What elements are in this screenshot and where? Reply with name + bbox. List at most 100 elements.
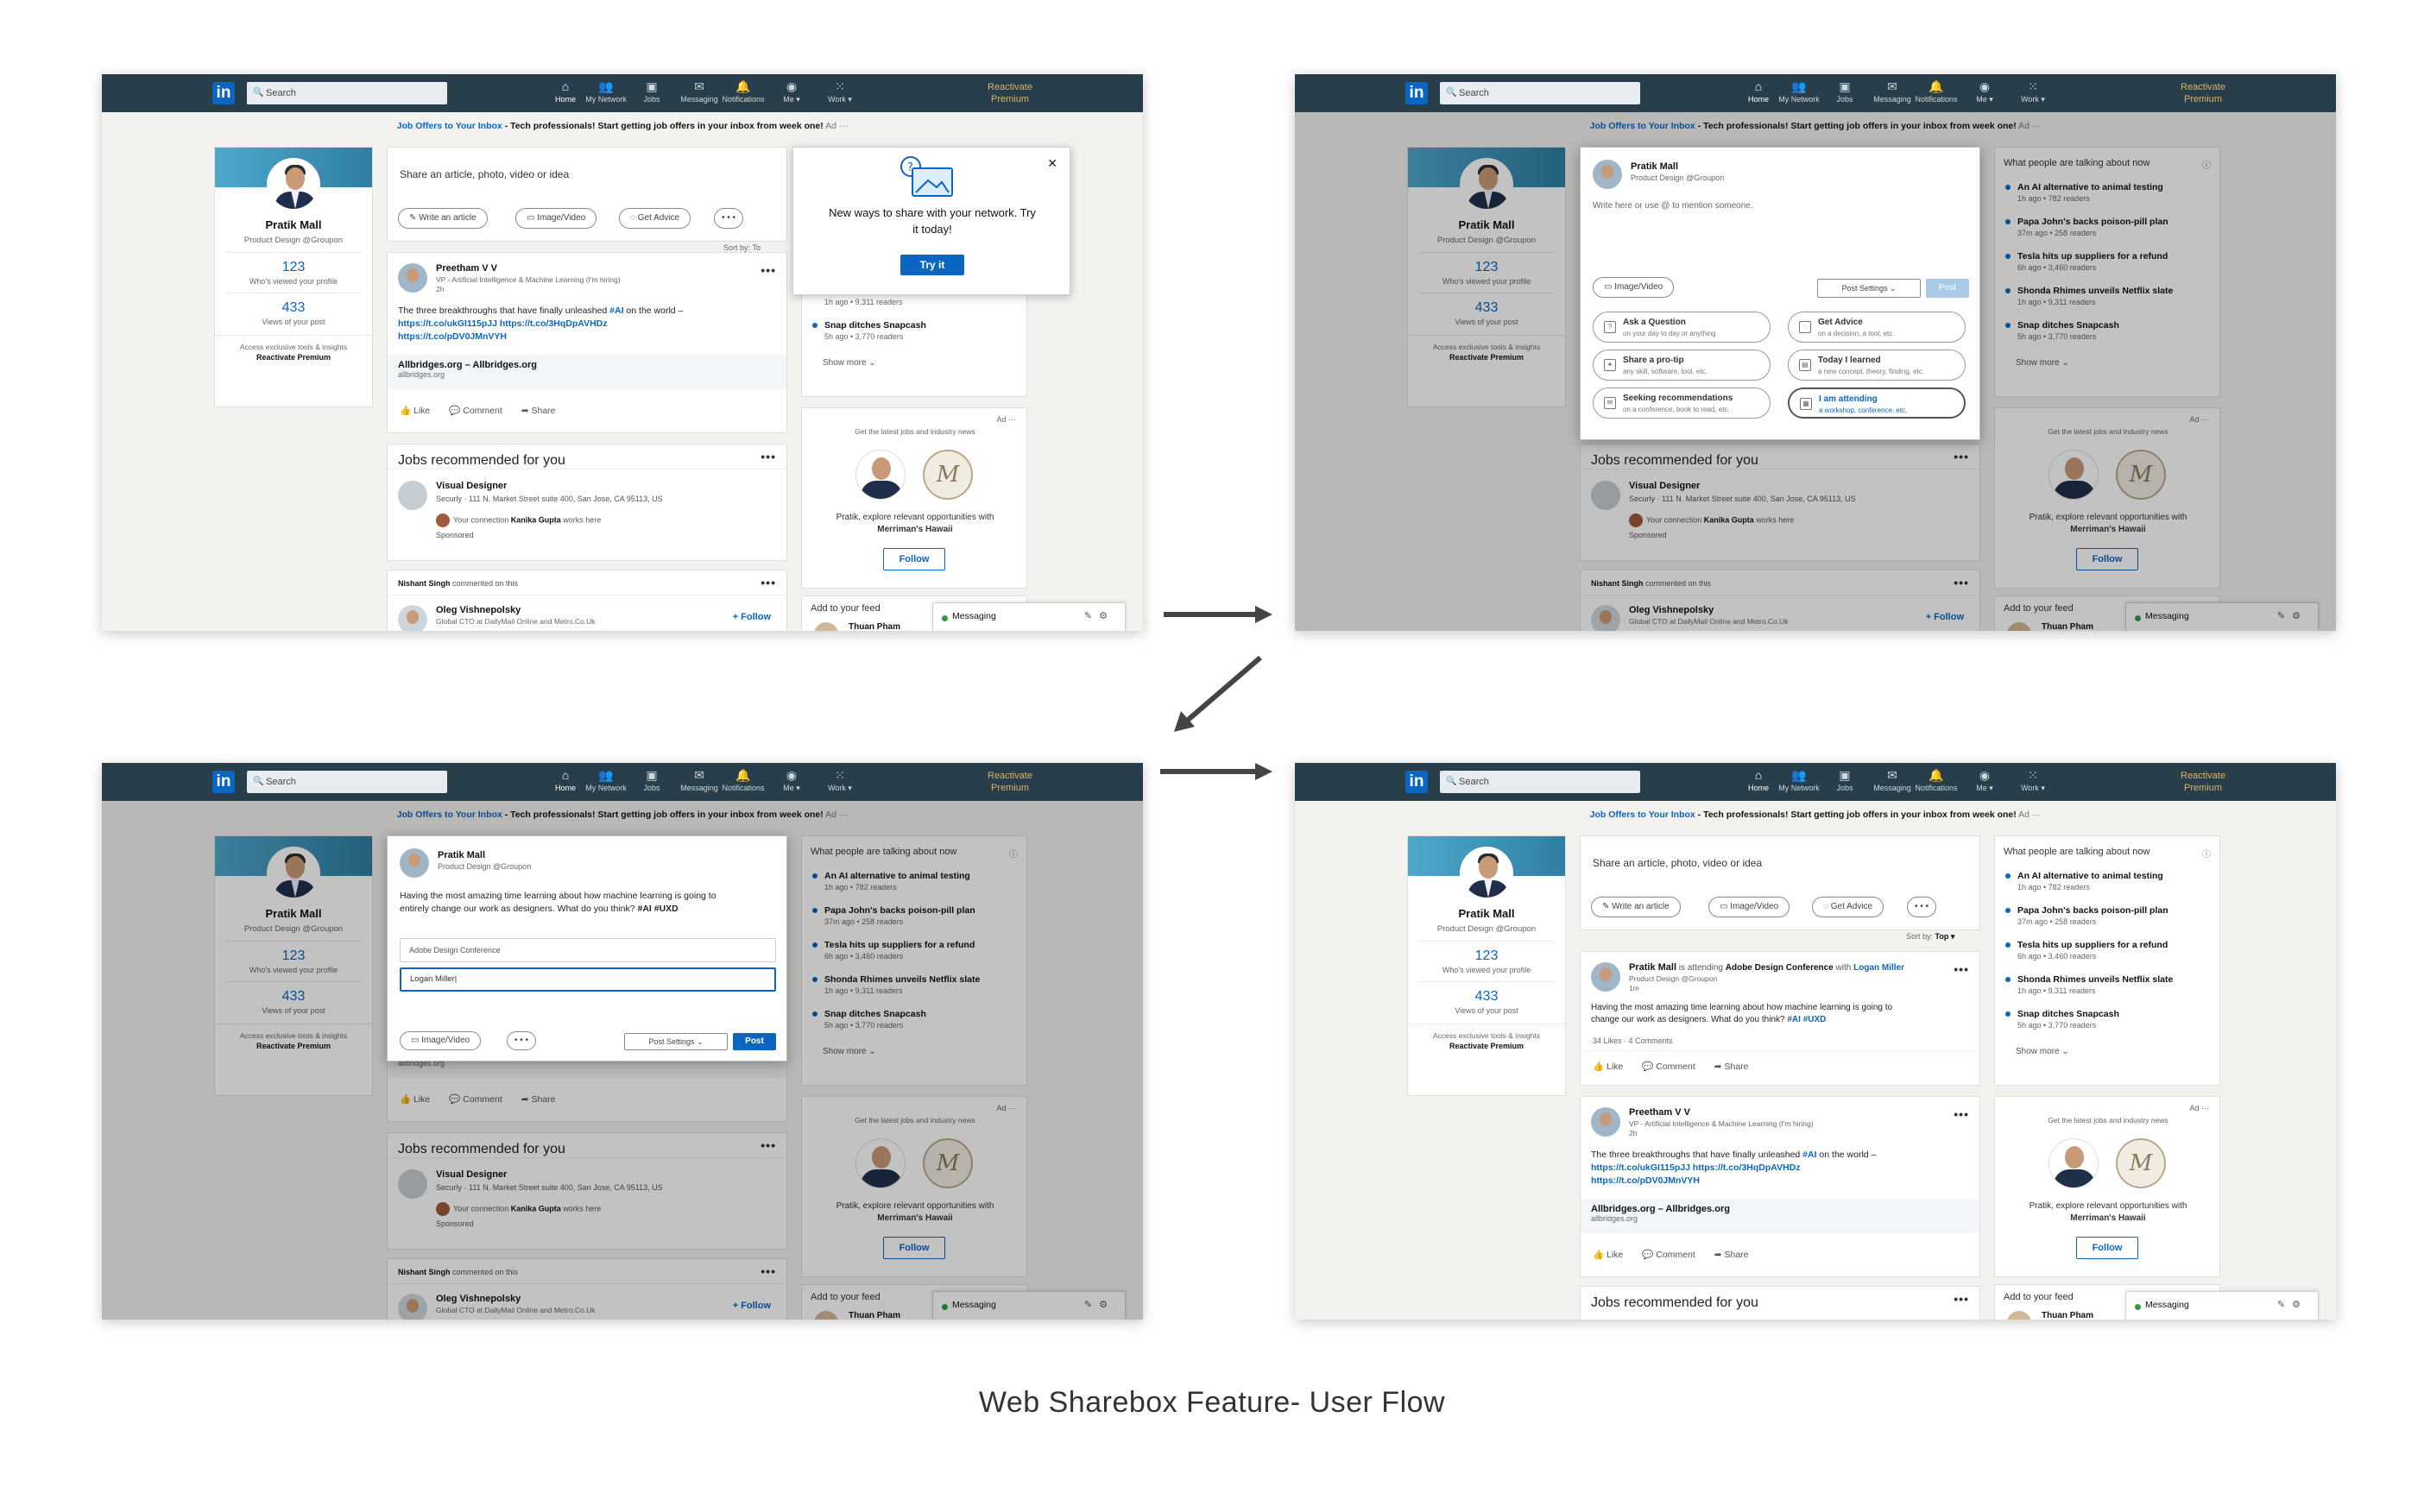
profile-avatar[interactable] [267,847,320,900]
profile-name[interactable]: Pratik Mall [215,907,372,920]
profile-name[interactable]: Pratik Mall [215,218,372,231]
search-input[interactable]: 🔍 Search [1440,82,1640,104]
sharebox-placeholder[interactable]: Share an article, photo, video or idea [1593,857,1762,869]
nav-item-me[interactable]: ◉ Me ▾ [768,766,815,793]
nav-item-messaging[interactable]: ✉ Messaging [676,766,723,792]
news-item[interactable]: Tesla hits up suppliers for a refund 6h a… [2005,940,2168,961]
profile-name[interactable]: Pratik Mall [1408,218,1565,231]
comment-button[interactable]: 💬 Comment [449,406,502,416]
show-more-button[interactable]: Show more ⌄ [823,358,876,368]
jobs-options-button[interactable]: ••• [1954,450,1969,463]
suggested-person-avatar[interactable] [2007,1311,2031,1320]
connection-name[interactable]: Kanika Gupta [1704,515,1754,524]
ad-banner[interactable]: Job Offers to Your Inbox - Tech professi… [102,121,1143,131]
post-text-input[interactable]: Having the most amazing time learning ab… [400,890,780,916]
prompt-option[interactable]: ▦ I am attending a workshop, conference,… [1788,387,1966,419]
write-article-button[interactable]: ✎ Write an article [398,208,488,229]
messaging-bar[interactable]: Messaging ✎⚙ [932,1291,1126,1320]
follow-oleg-button[interactable]: + Follow [1926,612,1964,622]
post-links-1[interactable]: https://t.co/ukGI115pJJ https://t.co/3Hq… [398,318,608,329]
news-item[interactable]: Tesla hits up suppliers for a refund 6h a… [812,940,975,961]
nav-item-me[interactable]: ◉ Me ▾ [1961,78,2008,104]
premium-promo-cta[interactable]: Reactivate Premium [222,353,365,362]
profile-avatar[interactable] [267,158,320,211]
nav-item-my-network[interactable]: 👥 My Network [1776,78,1822,104]
comment-options-button[interactable]: ••• [761,1264,776,1278]
nav-item-jobs[interactable]: ▣ Jobs [628,766,675,792]
prompt-option[interactable]: ✉ Seeking recommendations on a conferenc… [1593,387,1771,419]
post-author-avatar[interactable] [398,263,427,293]
suggested-person-avatar[interactable] [814,1311,838,1320]
news-item[interactable]: Snap ditches Snapcash 5h ago • 3,770 read… [2005,320,2119,341]
nav-item-messaging[interactable]: ✉ Messaging [1869,78,1916,104]
write-article-button[interactable]: ✎ Write an article [1591,897,1681,917]
get-advice-button[interactable]: ◌ Get Advice [1812,897,1884,917]
premium-promo-cta[interactable]: Reactivate Premium [1415,1042,1558,1050]
profile-name[interactable]: Pratik Mall [1408,907,1565,920]
prompt-option[interactable]: ✦ Share a pro-tip any skill, software, t… [1593,350,1771,381]
info-icon[interactable]: ⓘ [1009,847,1018,860]
oleg-avatar[interactable] [1591,605,1620,631]
linkedin-logo[interactable]: in [1405,771,1428,793]
image-video-button[interactable]: ▭ Image/Video [1593,277,1675,298]
tagged-person-link[interactable]: Logan Miller [1853,963,1904,973]
news-item[interactable]: Papa John's backs poison-pill plan 37m ag… [2005,217,2168,237]
connection-name[interactable]: Kanika Gupta [511,515,561,524]
nav-item-work[interactable]: ⁙ Work ▾ [817,78,863,104]
post-author-avatar[interactable] [1591,962,1620,992]
link-preview[interactable]: Allbridges.org – Allbridges.orgallbridge… [388,355,786,389]
nav-item-notifications[interactable]: 🔔 Notifications [1913,78,1960,104]
profile-views-stat[interactable]: 123 Who's viewed your profile [225,252,362,286]
nav-item-notifications[interactable]: 🔔 Notifications [720,78,767,104]
share-button[interactable]: ➦ Share [521,1094,556,1105]
job-title[interactable]: Visual Designer [1629,481,1700,491]
profile-views-stat[interactable]: 123 Who's viewed your profile [1418,252,1555,286]
search-input[interactable]: 🔍 Search [247,82,447,104]
search-input[interactable]: 🔍 Search [247,771,447,793]
post-links-1[interactable]: https://t.co/ukGI115pJJ https://t.co/3Hq… [1591,1162,1801,1173]
post-links-2[interactable]: https://t.co/pDV0JMnVYH [1591,1175,1700,1186]
nav-item-jobs[interactable]: ▣ Jobs [1821,766,1868,792]
attending-with-field[interactable]: Logan Miller| [400,967,776,992]
post-views-stat[interactable]: 433 Views of your post [1418,981,1555,1015]
ad-banner[interactable]: Job Offers to Your Inbox - Tech professi… [102,810,1143,820]
company-logo[interactable] [398,1169,427,1199]
nav-item-home[interactable]: ⌂ Home [1735,78,1782,104]
news-item[interactable]: An AI alternative to animal testing 1h ag… [2005,182,2163,203]
nav-item-my-network[interactable]: 👥 My Network [583,78,629,104]
nav-item-jobs[interactable]: ▣ Jobs [1821,78,1868,104]
image-video-button[interactable]: ▭ Image/Video [515,208,597,229]
nav-item-me[interactable]: ◉ Me ▾ [1961,766,2008,793]
nav-item-my-network[interactable]: 👥 My Network [1776,766,1822,792]
news-item[interactable]: An AI alternative to animal testing 1h ag… [812,871,970,891]
nav-item-home[interactable]: ⌂ Home [542,78,589,104]
get-advice-button[interactable]: ◌ Get Advice [619,208,691,229]
comment-button[interactable]: 💬 Comment [449,1094,502,1105]
post-button[interactable]: Post [1926,279,1969,298]
show-more-button[interactable]: Show more ⌄ [2016,358,2069,368]
nav-item-messaging[interactable]: ✉ Messaging [1869,766,1916,792]
news-item[interactable]: Shonda Rhimes unveils Netflix slate 1h ag… [2005,286,2173,306]
nav-item-work[interactable]: ⁙ Work ▾ [817,766,863,793]
share-button[interactable]: ➦ Share [1714,1250,1749,1260]
comment-button[interactable]: 💬 Comment [1642,1062,1695,1072]
company-logo[interactable]: M [2116,450,2166,500]
follow-company-button[interactable]: Follow [2076,1237,2138,1259]
company-logo[interactable]: M [923,450,973,500]
post-author-name[interactable]: Preetham V V [1629,1107,1690,1118]
post-settings-dropdown[interactable]: Post Settings ⌄ [1817,279,1921,298]
suggested-person-avatar[interactable] [2007,622,2031,631]
company-logo[interactable]: M [2116,1138,2166,1188]
show-more-button[interactable]: Show more ⌄ [2016,1047,2069,1056]
oleg-name[interactable]: Oleg Vishnepolsky [436,605,521,615]
ad-banner-link[interactable]: Job Offers to Your Inbox [397,810,502,820]
suggested-person-name[interactable]: Thuan Pham [2042,1311,2093,1320]
ad-banner-link[interactable]: Job Offers to Your Inbox [1590,810,1695,820]
commenter-name[interactable]: Nishant Singh [398,1268,451,1276]
nav-item-me[interactable]: ◉ Me ▾ [768,78,815,104]
link-preview[interactable]: Allbridges.org – Allbridges.orgallbridge… [1581,1199,1979,1233]
profile-views-stat[interactable]: 123 Who's viewed your profile [1418,941,1555,974]
more-options-button[interactable]: • • • [714,208,744,229]
jobs-options-button[interactable]: ••• [1954,1292,1969,1306]
news-item[interactable]: Tesla hits up suppliers for a refund 6h a… [2005,251,2168,272]
